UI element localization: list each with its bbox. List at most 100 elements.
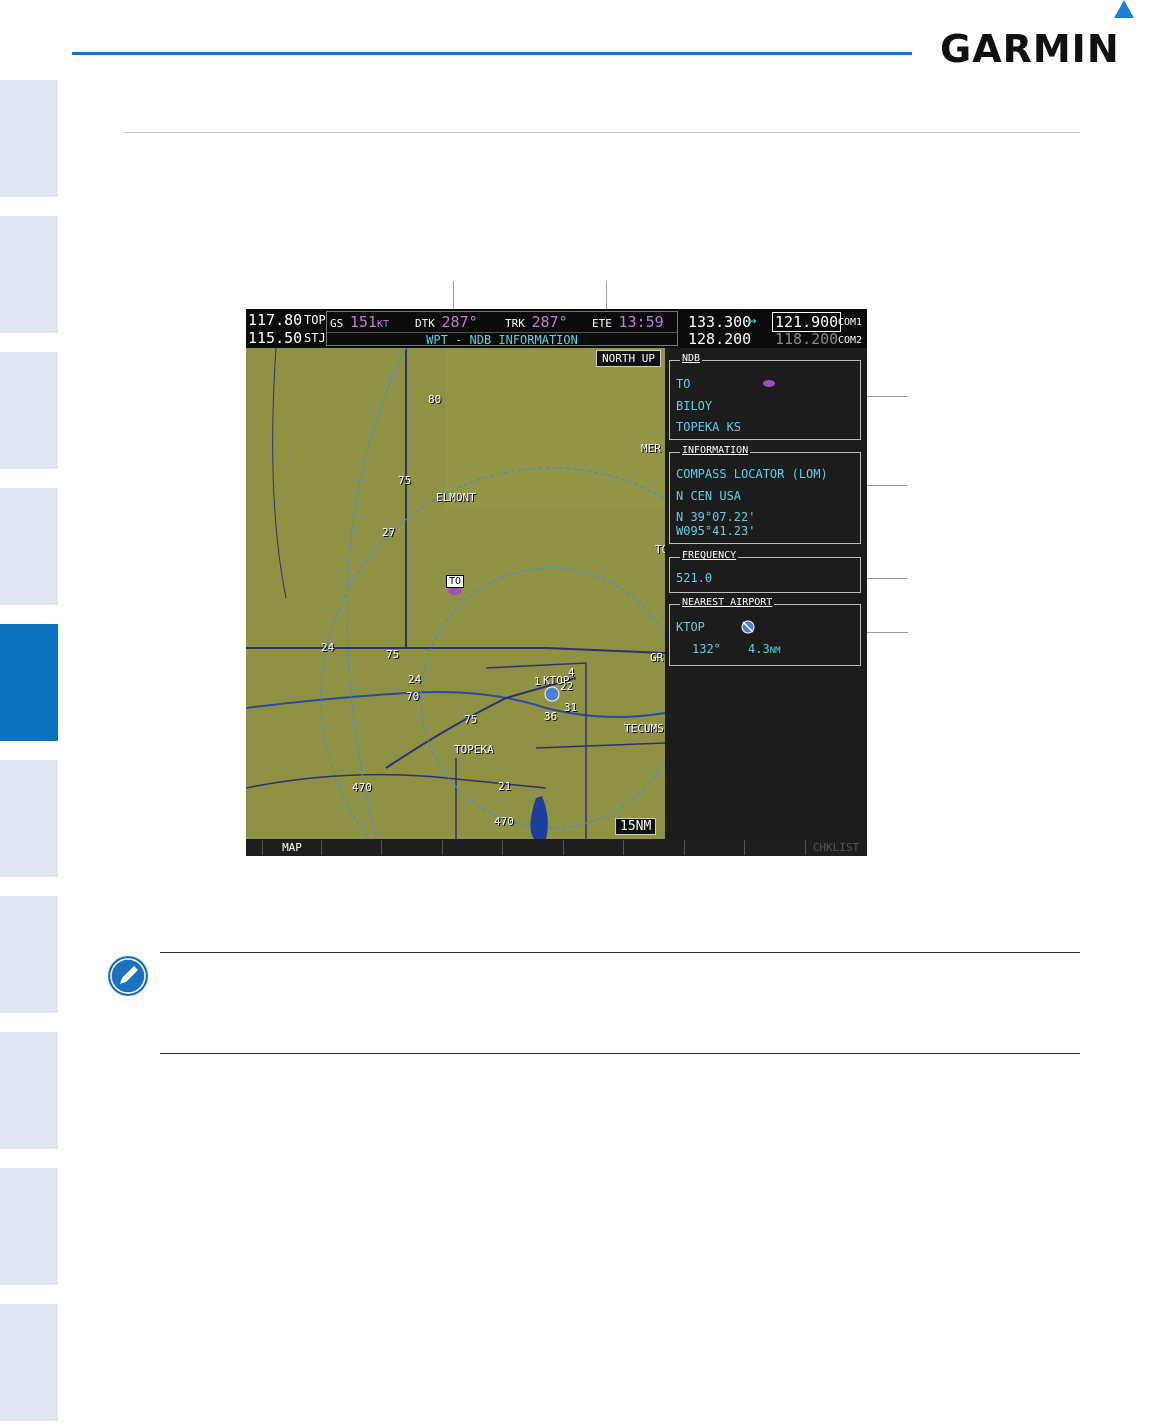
ndb-box[interactable]: NDB TO BILOY TOPEKA KS [669,353,861,440]
ndb-city: TOPEKA KS [676,420,742,434]
ndb-region: N CEN USA [676,489,742,503]
com1-active-freq[interactable]: 133.300 [688,313,751,331]
map-label: 27 [382,526,396,539]
nearest-airport-box[interactable]: NEAREST AIRPORT KTOP 132° 4.3NM [669,597,861,666]
ndb-ident[interactable]: TO [676,377,690,391]
frequency-box-title: FREQUENCY [680,550,739,561]
section-tab-3[interactable] [0,352,58,469]
callout-leader-ndb-box [864,396,908,397]
garmin-logo: GARMIN [940,0,1140,71]
nav2-id: STJ [304,331,326,345]
ndb-map-label[interactable]: TO [446,575,465,588]
softkey-blank[interactable] [323,840,382,855]
ndb-frequency: 521.0 [676,571,713,585]
section-tab-4[interactable] [0,488,58,605]
airport-icon [741,620,755,634]
gs-field: GS 151KT [330,313,390,331]
nearest-airport-bearing: 132° [692,642,721,656]
waypoint-info-panel: NDB TO BILOY TOPEKA KS INFORMATION COMPA… [665,348,867,839]
runway-label: 36 [544,710,558,723]
nav2-active-freq[interactable]: 115.50 [248,329,302,347]
softkey-blank[interactable] [626,840,685,855]
com2-active-freq[interactable]: 128.200 [688,330,751,348]
softkey-blank[interactable] [565,840,624,855]
softkey-blank[interactable] [747,840,806,855]
moving-map[interactable]: NORTH UP 80 75 ELMONT 27 TO 24 75 24 70 … [246,348,665,839]
map-label: GR [650,651,664,664]
ndb-symbol-icon [763,380,775,387]
information-box: INFORMATION COMPASS LOCATOR (LOM) N CEN … [669,445,861,544]
callout-leader-info-box [864,485,908,486]
map-label: 24 [321,641,335,654]
logo-wordmark: GARMIN [940,27,1120,71]
softkey-bar: MAP CHKLIST [246,839,867,856]
callout-leader-nearest-box [864,632,908,633]
nav1-id: TOP [304,313,326,327]
mfd-screen: 117.80 TOP 115.50 STJ GS 151KT DTK 287° … [246,309,867,856]
transfer-arrow-icon: ↔ [748,313,757,329]
map-label: 75 [386,648,400,661]
section-tab-9[interactable] [0,1168,58,1285]
map-label: 470 [352,781,372,794]
com1-label: COM1 [838,317,863,328]
nearest-airport-ident[interactable]: KTOP [676,620,705,634]
nav-radios: 117.80 TOP 115.50 STJ [246,309,326,348]
note-top-rule [160,952,1080,953]
nearest-airport-distance: 4.3NM [748,642,781,656]
map-label: MER [641,442,661,455]
map-label: TECUMS [624,722,664,735]
com-radios: 133.300 ↔ 121.900 COM1 128.200 118.200 C… [678,311,867,348]
section-tab-strip [0,80,58,1428]
runway-label: 22 [560,680,574,693]
softkey-blank[interactable] [686,840,745,855]
map-label: 80 [428,393,442,406]
logo-delta-icon [1114,0,1134,18]
map-label: 470 [494,815,514,828]
callout-leader-freq-box [864,578,908,579]
runway-label: 31 [564,701,578,714]
ndb-latitude: N 39°07.22' [676,510,756,524]
top-bar: 117.80 TOP 115.50 STJ GS 151KT DTK 287° … [246,309,867,348]
checklist-softkey[interactable]: CHKLIST [807,840,865,855]
frequency-box: FREQUENCY 521.0 [669,550,861,593]
section-tab-2[interactable] [0,216,58,333]
softkey-blank[interactable] [384,840,443,855]
map-label: TOPEKA [454,743,494,756]
navigation-status-box: GS 151KT DTK 287° TRK 287° ETE 13:59 WPT… [326,311,678,347]
section-tab-8[interactable] [0,1032,58,1149]
ndb-longitude: W095°41.23' [676,524,756,538]
map-orientation-label[interactable]: NORTH UP [596,350,661,367]
section-tab-6[interactable] [0,760,58,877]
ndb-name: BILOY [676,399,713,413]
map-label: 75 [398,474,412,487]
nav1-active-freq[interactable]: 117.80 [248,311,302,329]
softkey-blank[interactable] [444,840,503,855]
page-title: WPT - NDB INFORMATION [327,332,677,347]
section-tab-5-active[interactable] [0,624,58,741]
dtk-field: DTK 287° [415,313,478,331]
section-tab-1[interactable] [0,80,58,197]
nearest-airport-box-title: NEAREST AIRPORT [680,597,775,608]
map-softkey[interactable]: MAP [263,840,322,855]
runway-label: 4 [568,666,575,679]
header-rule [72,52,912,55]
trk-field: TRK 287° [505,313,568,331]
note-bottom-rule [160,1053,1080,1054]
map-label: ELMONT [436,491,476,504]
softkey-blank[interactable] [505,840,564,855]
map-label: 70 [406,690,420,703]
information-box-title: INFORMATION [680,445,751,456]
map-graphics [246,348,665,839]
map-range-label[interactable]: 15NM [615,818,657,835]
com2-standby-freq[interactable]: 118.200 [775,330,838,348]
section-tab-10[interactable] [0,1304,58,1421]
note-pencil-icon [108,956,148,996]
section-tab-7[interactable] [0,896,58,1013]
map-label: 24 [408,673,422,686]
map-label: 1 [534,675,541,688]
com1-standby-freq[interactable]: 121.900 [772,312,842,332]
com2-label: COM2 [838,335,863,346]
section-rule [124,132,1080,133]
map-label: TO [655,543,665,556]
softkey-blank[interactable] [246,840,263,855]
